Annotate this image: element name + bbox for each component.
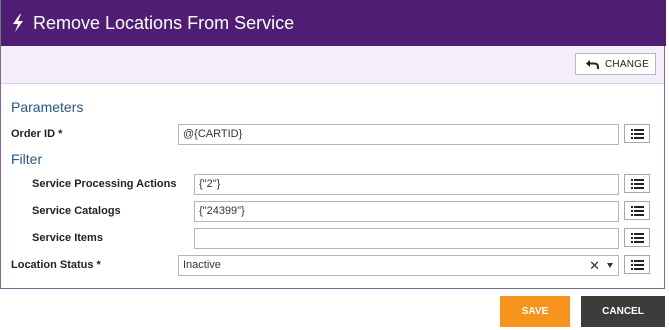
change-button[interactable]: CHANGE (575, 53, 656, 75)
service-processing-actions-list-button[interactable] (624, 174, 650, 193)
service-catalogs-field[interactable]: {"24399"} (194, 201, 619, 222)
service-items-field[interactable] (194, 228, 619, 249)
dialog-toolbar: CHANGE (1, 46, 664, 84)
filter-heading: Filter (11, 151, 43, 167)
chevron-down-icon[interactable] (607, 263, 613, 268)
service-items-list-button[interactable] (624, 228, 650, 247)
list-icon (631, 179, 644, 189)
service-catalogs-list-button[interactable] (624, 201, 650, 220)
list-icon (631, 260, 644, 270)
parameters-heading: Parameters (11, 99, 84, 115)
service-catalogs-label: Service Catalogs (32, 205, 121, 217)
order-id-list-button[interactable] (624, 124, 650, 143)
cancel-button[interactable]: CANCEL (581, 296, 665, 327)
service-items-label: Service Items (32, 232, 103, 244)
service-catalogs-value: {"24399"} (199, 205, 245, 217)
order-id-label: Order ID * (11, 128, 63, 140)
location-status-label: Location Status * (11, 259, 101, 271)
location-status-value: Inactive (183, 259, 221, 271)
save-button[interactable]: SAVE (500, 296, 570, 327)
list-icon (631, 129, 644, 139)
dialog-title: Remove Locations From Service (33, 13, 295, 33)
lightning-bolt-icon (13, 14, 23, 32)
order-id-field[interactable]: @{CARTID} (178, 124, 619, 145)
list-icon (631, 233, 644, 243)
location-status-list-button[interactable] (624, 255, 650, 274)
service-processing-actions-label: Service Processing Actions (32, 178, 177, 190)
service-processing-actions-value: {"2"} (199, 178, 221, 190)
clear-selection-icon[interactable]: ✕ (589, 256, 600, 275)
location-status-select[interactable]: Inactive ✕ (178, 255, 619, 276)
remove-locations-dialog: Remove Locations From Service CHANGE Par… (0, 0, 666, 289)
change-button-label: CHANGE (605, 59, 649, 70)
order-id-value: @{CARTID} (183, 128, 243, 140)
dialog-titlebar: Remove Locations From Service (1, 0, 666, 46)
service-processing-actions-field[interactable]: {"2"} (194, 174, 619, 195)
undo-arrow-icon (586, 60, 599, 69)
list-icon (631, 206, 644, 216)
